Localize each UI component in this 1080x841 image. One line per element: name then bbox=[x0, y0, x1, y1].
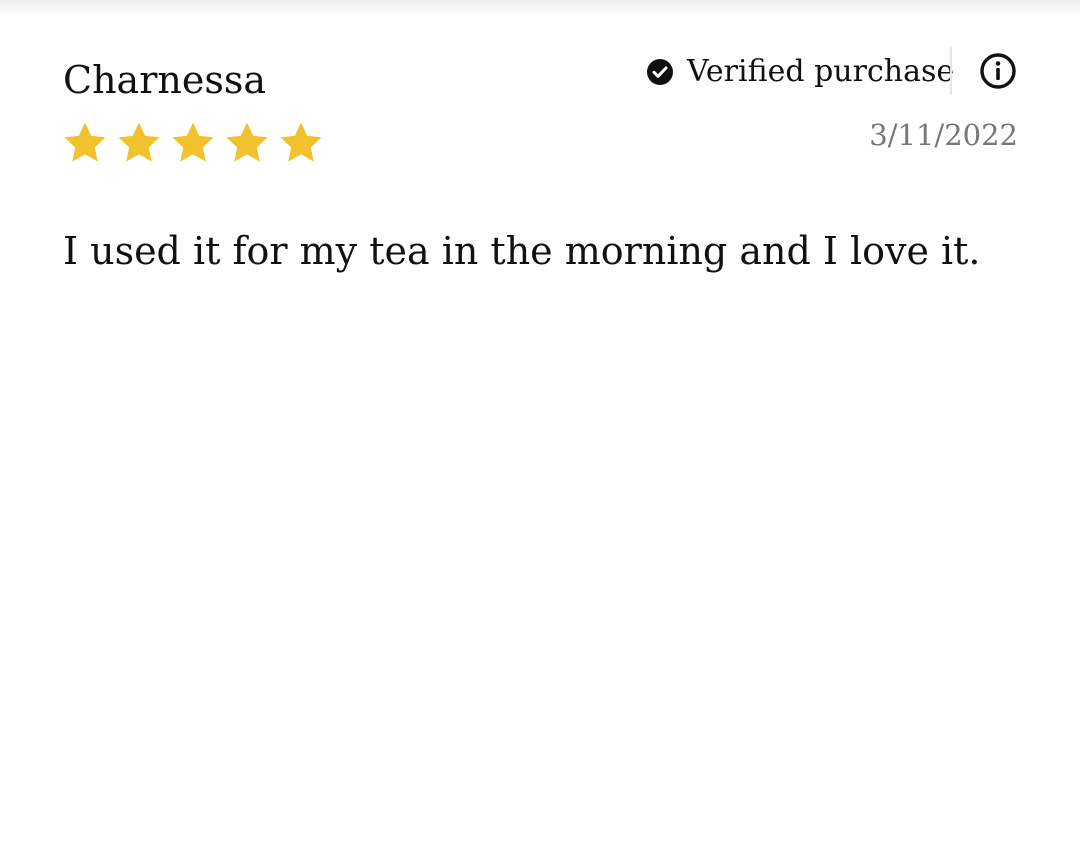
star-icon bbox=[169, 119, 217, 167]
review-text: I used it for my tea in the morning and … bbox=[63, 229, 981, 273]
star-icon bbox=[223, 119, 271, 167]
info-icon[interactable] bbox=[979, 52, 1017, 90]
verified-purchase-label: Verified purchase bbox=[687, 54, 955, 89]
check-circle-icon bbox=[647, 59, 673, 85]
review-date: 3/11/2022 bbox=[869, 118, 1018, 152]
star-icon bbox=[115, 119, 163, 167]
verified-purchase-badge: Verified purchase bbox=[646, 50, 954, 94]
star-rating bbox=[61, 119, 325, 167]
star-icon bbox=[277, 119, 325, 167]
divider bbox=[950, 47, 952, 95]
star-icon bbox=[61, 119, 109, 167]
reviewer-name: Charnessa bbox=[63, 58, 266, 102]
top-shadow bbox=[0, 0, 1080, 18]
